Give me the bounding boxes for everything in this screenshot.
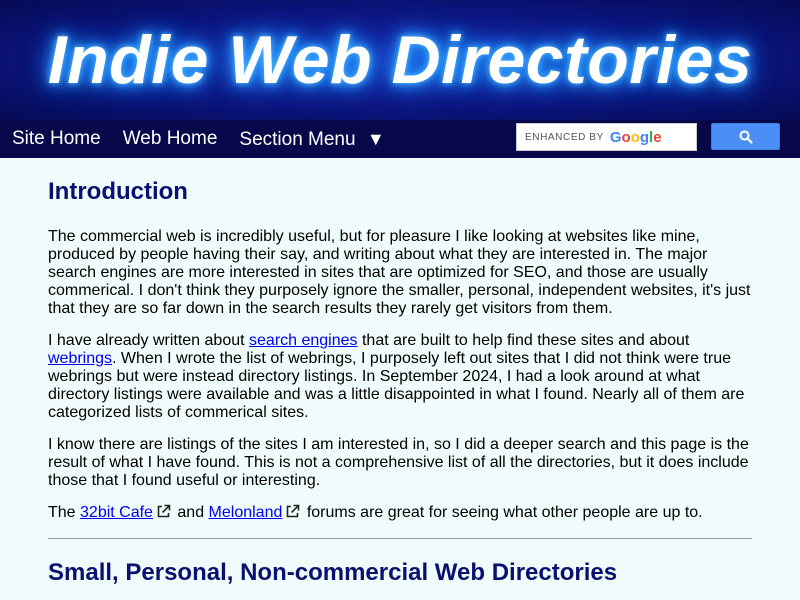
dropdown-arrow-icon: ▼ bbox=[366, 128, 385, 149]
directories-heading: Small, Personal, Non-commercial Web Dire… bbox=[48, 559, 618, 586]
p4-text-1: The bbox=[48, 504, 81, 521]
main-content: Introduction The commercial web is incre… bbox=[0, 178, 800, 587]
p2-text-2: that are built to help find these sites … bbox=[357, 332, 690, 349]
intro-paragraph-2: I have already written about search engi… bbox=[48, 332, 752, 422]
nav-section-menu[interactable]: Section Menu ▼ bbox=[228, 120, 395, 159]
p4-text-3: forums are great for seeing what other p… bbox=[302, 504, 703, 521]
p2-text-1: I have already written about bbox=[48, 332, 250, 349]
external-link-icon bbox=[157, 504, 171, 518]
nav-bar: Site Home Web Home Section Menu ▼ ENHANC… bbox=[0, 120, 800, 158]
intro-paragraph-1: The commercial web is incredibly useful,… bbox=[48, 228, 751, 317]
search-icon bbox=[739, 130, 753, 144]
search-box[interactable]: ENHANCED BY Google bbox=[516, 123, 697, 151]
search-button[interactable] bbox=[711, 123, 780, 150]
p2-text-3: . When I wrote the list of webrings, I p… bbox=[48, 350, 745, 421]
melonland-link[interactable]: Melonland bbox=[209, 504, 283, 521]
search-engines-link[interactable]: search engines bbox=[249, 332, 358, 349]
nav-site-home[interactable]: Site Home bbox=[0, 120, 112, 158]
site-title: Indie Web Directories bbox=[47, 22, 753, 98]
intro-paragraph-3: I know there are listings of the sites I… bbox=[48, 436, 749, 489]
section-divider bbox=[48, 538, 752, 539]
search-input[interactable] bbox=[517, 124, 700, 152]
nav-section-menu-label: Section Menu bbox=[239, 128, 356, 150]
nav-web-home[interactable]: Web Home bbox=[112, 120, 229, 158]
intro-heading: Introduction bbox=[48, 178, 188, 205]
p4-text-2: and bbox=[172, 504, 209, 521]
intro-paragraph-4: The 32bit Cafe and Melonland forums are … bbox=[48, 504, 752, 522]
site-header: Indie Web Directories bbox=[0, 0, 800, 120]
32bit-cafe-link[interactable]: 32bit Cafe bbox=[80, 504, 153, 521]
external-link-icon bbox=[287, 504, 300, 518]
webrings-link[interactable]: webrings bbox=[48, 350, 112, 367]
